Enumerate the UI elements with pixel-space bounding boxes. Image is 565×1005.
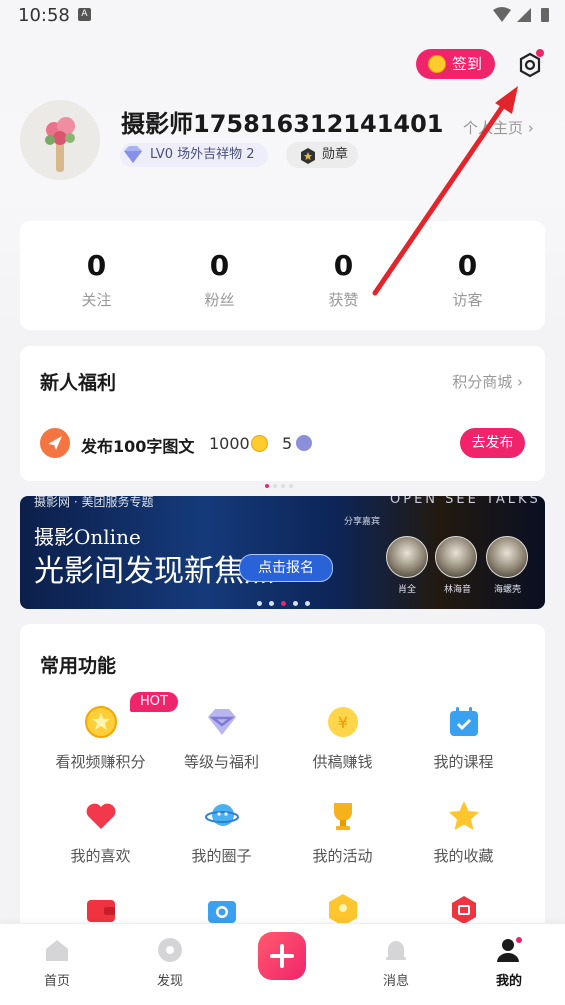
level-badge[interactable]: LV0 场外吉祥物 2 <box>120 143 268 167</box>
heart-icon <box>86 803 116 829</box>
chevron-right-icon: › <box>527 119 534 137</box>
level-count: 2 <box>246 147 255 162</box>
notification-icon: A <box>78 8 91 21</box>
section-title: 新人福利 <box>40 372 117 394</box>
trophy-icon <box>334 803 352 830</box>
speaker-avatar <box>386 536 428 578</box>
chevron-right-icon: › <box>517 373 523 391</box>
stat-label: 关注 <box>81 291 112 309</box>
personal-homepage-link[interactable]: 个人主页 › <box>463 117 534 138</box>
points-mall-link[interactable]: 积分商城 › <box>452 371 523 392</box>
tool-label: 等级与福利 <box>183 753 259 771</box>
diamond-icon <box>208 709 236 735</box>
banner-dots <box>257 591 317 609</box>
guest-label: 分享嘉宾 <box>344 517 381 527</box>
stat-label: 获赞 <box>328 291 359 309</box>
stat-value: 0 <box>457 249 478 282</box>
bell-icon <box>386 941 406 960</box>
diamond-icon <box>124 146 142 163</box>
camera-icon <box>208 901 236 923</box>
speaker-name: 海螺壳 <box>494 585 522 595</box>
medal-icon <box>301 148 315 164</box>
signin-button[interactable]: 签到 <box>416 49 495 79</box>
stats-card: 0 关注 0 粉丝 0 获赞 0 访客 <box>20 221 545 330</box>
promo-banner[interactable]: 摄影网 · 美团服务专题 OPEN SEE TALKS 摄影Online 光影间… <box>20 496 545 609</box>
homepage-label: 个人主页 <box>463 119 524 137</box>
stat-label: 访客 <box>452 291 483 309</box>
calendar-icon <box>450 707 478 736</box>
speaker-avatar <box>435 536 477 578</box>
notification-dot <box>536 49 544 57</box>
task-title: 发布100字图文 <box>81 437 195 456</box>
planet-icon <box>205 804 239 826</box>
carousel-dots <box>265 473 297 492</box>
tool-label: 供稿赚钱 <box>312 753 373 771</box>
tool-label: 我的课程 <box>433 753 494 771</box>
bottom-tab-bar: 首页 发现 消息 我的 <box>0 923 565 1005</box>
tab-label: 首页 <box>43 974 70 989</box>
wallet-icon <box>87 900 115 922</box>
coin-star-icon <box>85 706 117 738</box>
publish-plus-button[interactable] <box>258 932 306 980</box>
tab-label: 发现 <box>156 974 183 989</box>
status-bar: 10:58 A <box>0 0 565 30</box>
banner-logo: 摄影网 · 美团服务专题 <box>34 496 154 509</box>
points-mall-label: 积分商城 <box>452 373 513 391</box>
task-points: 1000 <box>209 434 250 453</box>
username: 摄影师175816312141401 <box>121 110 444 138</box>
flower-avatar-icon <box>45 117 75 172</box>
svg-text:¥: ¥ <box>338 713 348 732</box>
tool-label: 我的收藏 <box>433 847 494 865</box>
discover-icon <box>158 938 182 962</box>
medal-label: 勋章 <box>322 147 349 162</box>
system-status-icons <box>493 7 549 22</box>
register-button[interactable]: 点击报名 <box>239 554 333 582</box>
settings-button[interactable] <box>516 49 544 79</box>
banner-headline: 光影间发现新焦点 <box>34 554 274 589</box>
yen-coin-icon: ¥ <box>328 707 358 737</box>
tab-label: 消息 <box>382 974 409 989</box>
plus-icon <box>270 944 294 968</box>
tool-label: 我的圈子 <box>191 847 252 865</box>
speaker-name: 林海音 <box>444 585 472 595</box>
medal-button[interactable]: 勋章 <box>286 142 358 168</box>
send-icon <box>40 428 70 458</box>
signin-label: 签到 <box>452 55 483 73</box>
home-icon <box>46 940 68 961</box>
tab-label: 我的 <box>495 974 522 989</box>
speaker-avatar <box>486 536 528 578</box>
tool-label: 看视频赚积分 <box>55 753 146 771</box>
coin-icon <box>251 435 268 452</box>
stat-value: 0 <box>86 249 107 282</box>
speaker-name: 肖全 <box>398 585 417 595</box>
task-extra: 5 <box>282 434 293 453</box>
stat-label: 粉丝 <box>204 291 235 309</box>
avatar[interactable] <box>20 100 100 180</box>
hexagon-icon <box>329 894 357 926</box>
newbie-benefits-card: 新人福利 积分商城 › 发布100字图文 1000 5 去发布 <box>20 346 545 488</box>
profile-icon <box>497 937 522 962</box>
stat-value: 0 <box>333 249 354 282</box>
tool-label: 我的喜欢 <box>70 847 131 865</box>
hot-badge: HOT <box>130 692 178 712</box>
banner-talks-title: OPEN SEE TALKS <box>390 496 541 507</box>
status-time: 10:58 <box>18 5 70 26</box>
gem-icon <box>296 435 312 451</box>
coin-star-icon <box>428 55 446 73</box>
red-hexagon-icon <box>452 896 476 924</box>
tool-label: 我的活动 <box>312 847 373 865</box>
star-icon <box>449 801 479 830</box>
stat-value: 0 <box>209 249 230 282</box>
section-title: 常用功能 <box>40 655 117 677</box>
go-publish-button[interactable]: 去发布 <box>460 428 525 458</box>
level-text: LV0 场外吉祥物 <box>150 147 243 162</box>
